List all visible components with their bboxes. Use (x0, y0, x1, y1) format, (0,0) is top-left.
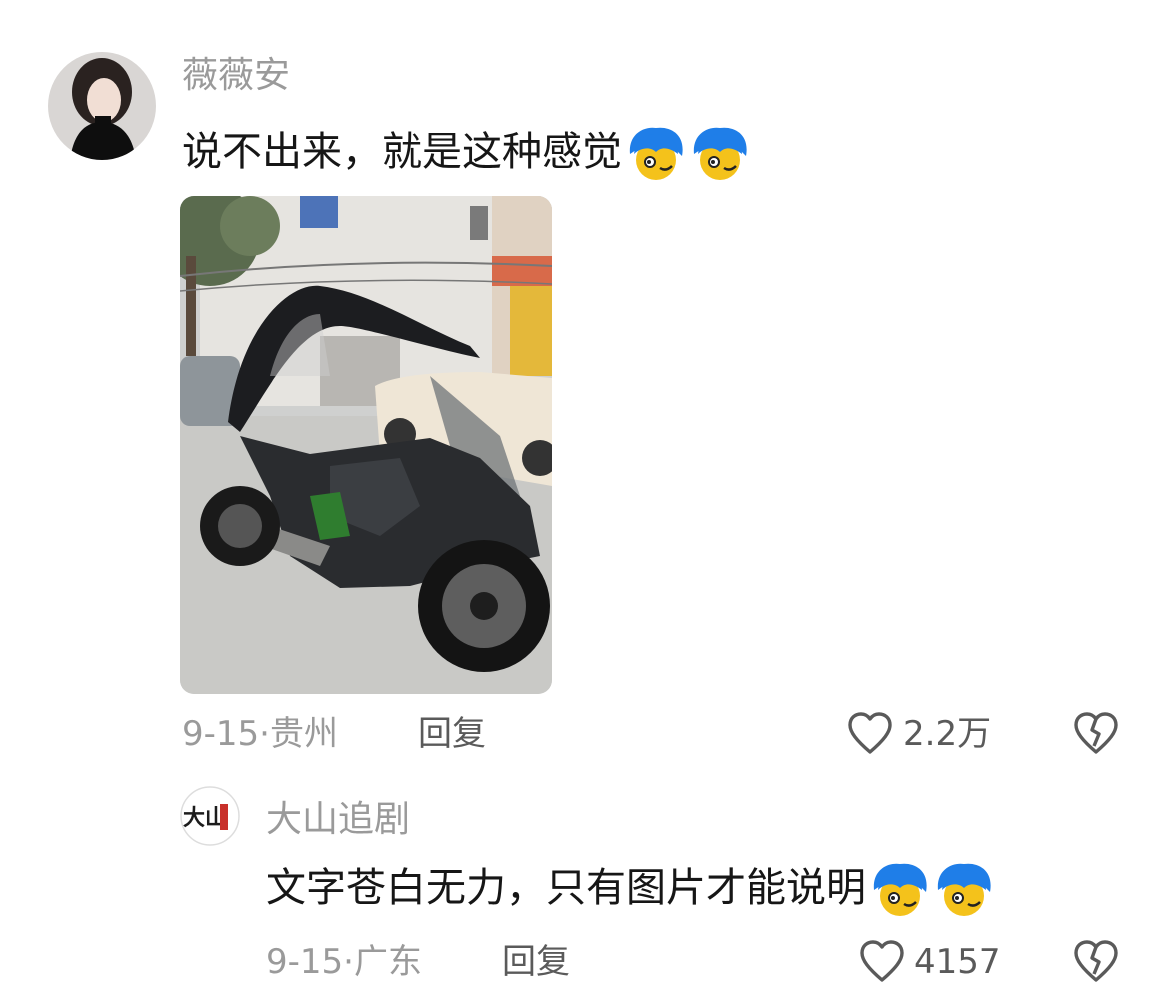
reply-button[interactable]: 回复 (418, 712, 486, 756)
reply-text: 文字苍白无力，只有图片才能说明 (266, 860, 994, 920)
comment-meta: 9-15·贵州 (182, 712, 338, 756)
comment-date: 9-15 (182, 714, 260, 754)
like-count: 2.2万 (903, 714, 992, 754)
user-avatar[interactable] (48, 52, 156, 160)
reply-location: 广东 (353, 942, 422, 982)
reply-user-avatar[interactable]: 大山 (180, 786, 240, 846)
broken-heart-icon[interactable] (1072, 938, 1120, 986)
blue-hair-smirk-emoji (870, 860, 930, 920)
comment-text: 说不出来，就是这种感觉 (182, 124, 750, 184)
blue-hair-smirk-emoji (690, 124, 750, 184)
reply-username[interactable]: 大山追剧 (266, 798, 410, 842)
heart-outline-icon[interactable] (846, 710, 894, 758)
blue-hair-smirk-emoji (626, 124, 686, 184)
reply-text-content: 文字苍白无力，只有图片才能说明 (266, 865, 866, 911)
meta-separator: · (259, 714, 270, 754)
heart-outline-icon[interactable] (858, 938, 906, 986)
meta-separator: · (343, 942, 354, 982)
reply-meta: 9-15·广东 (266, 940, 422, 984)
reply-button[interactable]: 回复 (502, 940, 570, 984)
comment-location: 贵州 (269, 714, 338, 754)
blue-hair-smirk-emoji (934, 860, 994, 920)
comment-image[interactable] (180, 196, 552, 694)
reply-like-count: 4157 (914, 942, 1001, 982)
comment-text-content: 说不出来，就是这种感觉 (182, 129, 622, 175)
broken-heart-icon[interactable] (1072, 710, 1120, 758)
reply-date: 9-15 (266, 942, 344, 982)
comment-username[interactable]: 薇薇安 (182, 54, 290, 98)
